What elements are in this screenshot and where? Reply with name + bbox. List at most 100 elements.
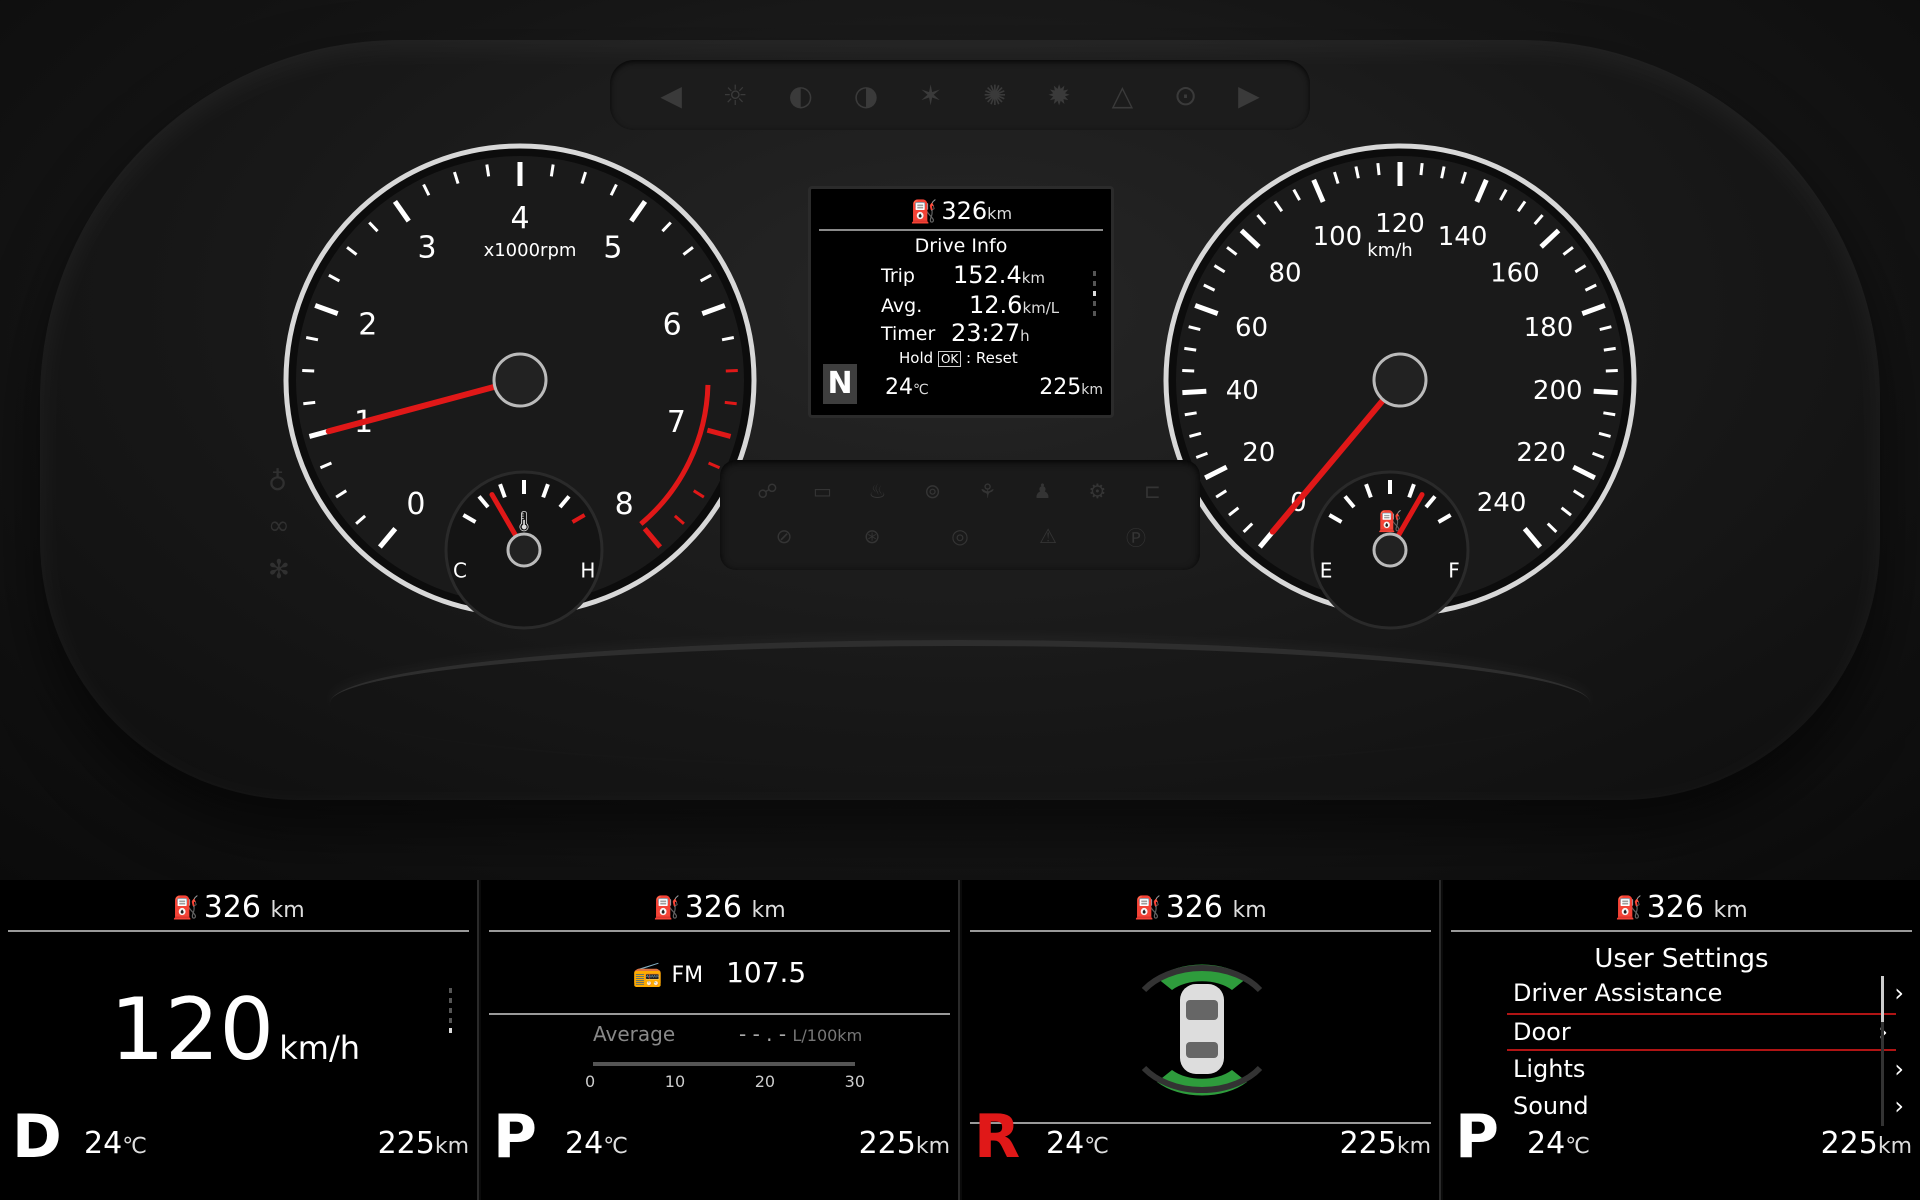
chevron-right-icon: › <box>1894 1055 1904 1083</box>
outside-temp: 24℃ <box>84 1126 147 1161</box>
average-scale-bar <box>593 1062 855 1066</box>
panel-speed: ⛽ 326 km 120 km/h D 24℃ 225km <box>0 880 479 1200</box>
glow-plug-icon: ♁ <box>268 467 288 497</box>
gear-indicator: P <box>1455 1102 1499 1172</box>
menu-scrollbar[interactable] <box>1881 976 1884 1126</box>
tick-label: 3 <box>418 230 437 265</box>
menu-item-driver-assistance[interactable]: Driver Assistance › <box>1513 976 1904 1010</box>
speedometer: 020406080100120140160180200220240km/hEF⛽ <box>1163 143 1637 630</box>
avg-label: Avg. <box>881 295 923 317</box>
minor-tick <box>1182 368 1195 373</box>
timer-label: Timer <box>881 323 936 345</box>
major-tick <box>1182 388 1207 396</box>
epb-icon: Ⓟ <box>1126 525 1146 550</box>
auto-light-icon: ☼ <box>722 78 748 112</box>
trip-value: 152.4km <box>953 261 1046 289</box>
high-beam-icon: ◑ <box>853 78 879 112</box>
radio-station: 📻 FM 107.5 <box>632 956 807 989</box>
distance-to-empty: 225km <box>1039 375 1103 400</box>
hold-reset-hint: Hold OK : Reset <box>899 349 1018 367</box>
coolant-temp-icon: 🌡 <box>511 509 536 533</box>
timer-value: 23:27h <box>951 319 1030 347</box>
minor-tick <box>1184 411 1197 417</box>
fuel-range: ⛽ 326 km <box>1451 890 1912 932</box>
minor-tick <box>302 368 315 373</box>
average-scale-labels: 0 10 20 30 <box>585 1072 865 1091</box>
fuel-pump-icon: ⛽ <box>1134 896 1162 921</box>
tick-label: 20 <box>1242 438 1275 468</box>
menu-item-sound[interactable]: Sound › <box>1513 1089 1904 1123</box>
fuel-range: ⛽ 326 km <box>489 890 950 932</box>
distance-to-empty: 225km <box>1339 1126 1431 1161</box>
ice-warning-icon: ✻ <box>268 555 290 585</box>
traction-icon: ⚠ <box>1039 524 1057 549</box>
parking-light-icon: ✶ <box>918 78 943 112</box>
average-value: - - . - L/100km <box>739 1022 863 1046</box>
tick-label: 240 <box>1477 488 1527 518</box>
needle-hub <box>492 352 548 408</box>
low-beam-icon: ◐ <box>788 78 813 112</box>
rear-fog-icon: ✹ <box>1047 78 1071 112</box>
panel-radio: ⛽ 326 km 📻 FM 107.5 Average - - . - L/100… <box>481 880 960 1200</box>
outside-temp: 24℃ <box>565 1126 628 1161</box>
distance-to-empty: 225km <box>1820 1126 1912 1161</box>
minor-tick <box>724 400 737 406</box>
front-fog-icon: ✺ <box>983 78 1007 112</box>
cluster-lip <box>330 640 1590 766</box>
display-title: Drive Info <box>914 235 1008 257</box>
tick-label: 100 <box>1313 222 1363 252</box>
tick-label: 120 <box>1375 209 1425 239</box>
fuel-pump-icon: ⛽ <box>653 896 681 921</box>
tpms-icon: ⊚ <box>924 479 941 504</box>
minor-tick <box>485 164 491 177</box>
gauge-unit: km/h <box>1367 240 1412 261</box>
fuel-pump-icon: ⛽ <box>172 896 200 921</box>
outside-temp: 24℃ <box>1046 1126 1109 1161</box>
gear-indicator: R <box>974 1102 1021 1172</box>
tick-label: 7 <box>667 405 686 440</box>
center-display: ⛽ 326km Drive Info Trip 152.4km Avg. 12.6… <box>808 186 1114 418</box>
telltale-strip: ◀ ☼ ◐ ◑ ✶ ✺ ✹ △ ⊙ ▶ <box>610 60 1310 130</box>
tick-label: 5 <box>603 230 622 265</box>
digital-speed: 120 km/h <box>110 980 361 1080</box>
sub-gauge-high-label: H <box>580 559 595 583</box>
chevron-right-icon: › <box>1894 979 1904 1007</box>
menu-item-lights[interactable]: Lights › <box>1513 1052 1904 1086</box>
major-tick <box>1593 388 1618 396</box>
settings-title: User Settings <box>1594 944 1769 974</box>
chevron-right-icon: › <box>1894 1092 1904 1120</box>
fuel-pump-icon: ⛽ <box>909 199 938 225</box>
distance-to-empty: 225km <box>858 1126 950 1161</box>
outside-temp: 24℃ <box>1527 1126 1590 1161</box>
washer-icon: ∞ <box>268 511 290 541</box>
gear-indicator: P <box>493 1102 537 1172</box>
menu-item-door[interactable]: Door› <box>1507 1013 1896 1051</box>
tick-label: 160 <box>1490 259 1540 289</box>
left-turn-icon: ◀ <box>660 78 682 112</box>
tachometer: 012345678x1000rpmCH🌡 <box>283 143 757 630</box>
battery-icon: ▭ <box>813 479 832 504</box>
outside-temp: 24℃ <box>885 375 929 400</box>
page-indicator <box>449 988 453 1038</box>
brake-icon: ⊛ <box>863 524 881 549</box>
average-label: Average <box>593 1022 676 1046</box>
left-side-indicators: ♁ ∞ ✻ <box>268 460 290 592</box>
tick-label: 8 <box>615 487 634 522</box>
tick-label: 4 <box>510 201 529 236</box>
needle-hub <box>1372 352 1428 408</box>
tick-label: 180 <box>1524 313 1574 343</box>
gauge-unit: x1000rpm <box>484 240 577 261</box>
instrument-cluster: ◀ ☼ ◐ ◑ ✶ ✺ ✹ △ ⊙ ▶ 012345678x1000rpmCH🌡… <box>0 0 1920 880</box>
page-indicator <box>1093 271 1097 321</box>
display-modes: ⛽ 326 km 120 km/h D 24℃ 225km ⛽ 326 km 📻 F… <box>0 880 1920 1200</box>
ok-badge: OK <box>937 351 962 367</box>
speed-limit-icon: ⊘ <box>775 524 793 549</box>
sub-needle-hub <box>1372 532 1408 568</box>
panel-parking: ⛽ 326 km R 24℃ 225km <box>962 880 1441 1200</box>
tick-label: 40 <box>1226 376 1259 406</box>
sub-gauge-low-label: E <box>1320 559 1333 583</box>
tick-label: 200 <box>1533 376 1583 406</box>
fuel-pump-icon: ⛽ <box>1615 896 1643 921</box>
panel-user-settings: ⛽ 326 km User Settings Driver Assistance ›… <box>1443 880 1920 1200</box>
minor-tick <box>549 164 555 177</box>
